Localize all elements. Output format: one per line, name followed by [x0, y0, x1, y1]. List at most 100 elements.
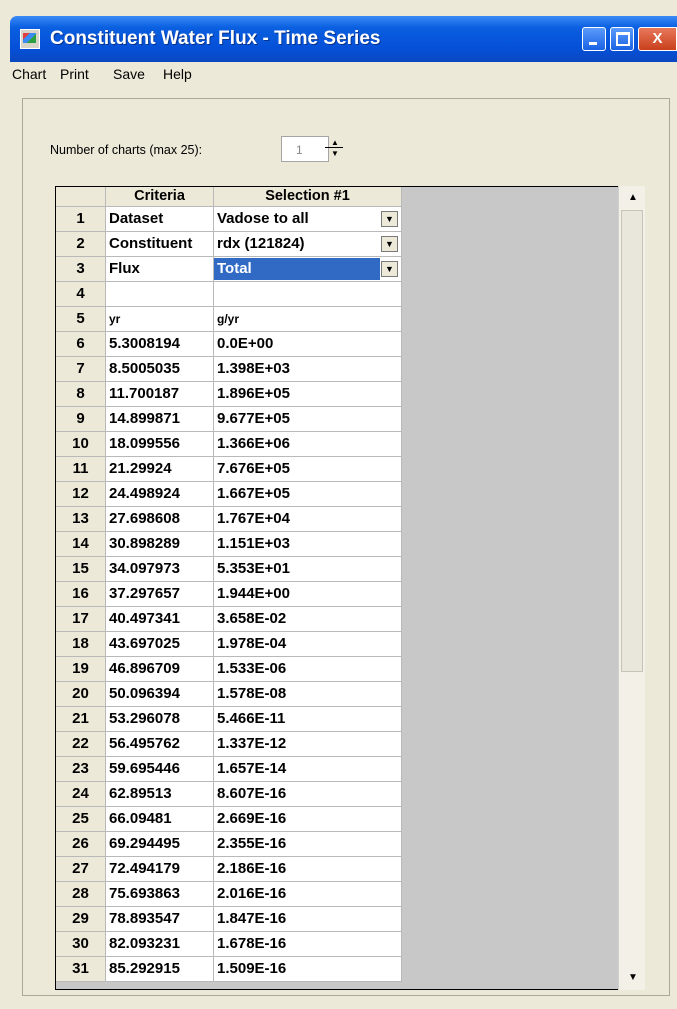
time-cell[interactable]: 85.292915: [106, 957, 214, 982]
app-icon[interactable]: [20, 29, 40, 49]
scroll-down-icon[interactable]: ▼: [624, 969, 642, 987]
flux-cell[interactable]: 7.676E+05: [214, 457, 402, 482]
flux-cell[interactable]: 1.678E-16: [214, 932, 402, 957]
criteria-row[interactable]: 2 Constituent rdx (121824) ▼: [56, 232, 402, 257]
criteria-cell[interactable]: Flux: [106, 257, 214, 282]
flux-cell[interactable]: 5.466E-11: [214, 707, 402, 732]
table-row[interactable]: 23 59.695446 1.657E-14: [56, 757, 402, 782]
vertical-scrollbar[interactable]: ▲ ▼: [618, 186, 645, 990]
selection-cell[interactable]: g/yr: [214, 307, 402, 332]
flux-cell[interactable]: 2.186E-16: [214, 857, 402, 882]
criteria-cell[interactable]: yr: [106, 307, 214, 332]
flux-cell[interactable]: 1.847E-16: [214, 907, 402, 932]
time-cell[interactable]: 34.097973: [106, 557, 214, 582]
table-row[interactable]: 22 56.495762 1.337E-12: [56, 732, 402, 757]
time-cell[interactable]: 75.693863: [106, 882, 214, 907]
time-cell[interactable]: 56.495762: [106, 732, 214, 757]
flux-cell[interactable]: 1.398E+03: [214, 357, 402, 382]
time-cell[interactable]: 24.498924: [106, 482, 214, 507]
flux-cell[interactable]: 9.677E+05: [214, 407, 402, 432]
flux-cell[interactable]: 1.151E+03: [214, 532, 402, 557]
flux-cell[interactable]: 5.353E+01: [214, 557, 402, 582]
dropdown-arrow-icon[interactable]: ▼: [381, 211, 398, 227]
flux-cell[interactable]: 2.016E-16: [214, 882, 402, 907]
time-cell[interactable]: 18.099556: [106, 432, 214, 457]
table-row[interactable]: 21 53.296078 5.466E-11: [56, 707, 402, 732]
criteria-cell[interactable]: Constituent: [106, 232, 214, 257]
table-row[interactable]: 25 66.09481 2.669E-16: [56, 807, 402, 832]
time-cell[interactable]: 59.695446: [106, 757, 214, 782]
table-row[interactable]: 7 8.5005035 1.398E+03: [56, 357, 402, 382]
criteria-cell[interactable]: Dataset: [106, 207, 214, 232]
selection-dropdown[interactable]: rdx (121824) ▼: [214, 232, 402, 257]
flux-cell[interactable]: 1.366E+06: [214, 432, 402, 457]
charts-count-input[interactable]: 1: [281, 136, 329, 162]
menu-save[interactable]: Save: [113, 66, 145, 82]
menu-print[interactable]: Print: [60, 66, 89, 82]
selection-cell[interactable]: [214, 282, 402, 307]
time-cell[interactable]: 27.698608: [106, 507, 214, 532]
table-row[interactable]: 6 5.3008194 0.0E+00: [56, 332, 402, 357]
criteria-cell[interactable]: [106, 282, 214, 307]
flux-cell[interactable]: 8.607E-16: [214, 782, 402, 807]
dropdown-arrow-icon[interactable]: ▼: [381, 236, 398, 252]
time-cell[interactable]: 21.29924: [106, 457, 214, 482]
flux-cell[interactable]: 1.509E-16: [214, 957, 402, 982]
time-cell[interactable]: 69.294495: [106, 832, 214, 857]
table-row[interactable]: 26 69.294495 2.355E-16: [56, 832, 402, 857]
flux-cell[interactable]: 1.337E-12: [214, 732, 402, 757]
time-cell[interactable]: 82.093231: [106, 932, 214, 957]
flux-cell[interactable]: 1.978E-04: [214, 632, 402, 657]
table-row[interactable]: 9 14.899871 9.677E+05: [56, 407, 402, 432]
menu-help[interactable]: Help: [163, 66, 192, 82]
time-cell[interactable]: 78.893547: [106, 907, 214, 932]
flux-cell[interactable]: 0.0E+00: [214, 332, 402, 357]
time-cell[interactable]: 62.89513: [106, 782, 214, 807]
time-cell[interactable]: 66.09481: [106, 807, 214, 832]
time-cell[interactable]: 30.898289: [106, 532, 214, 557]
table-row[interactable]: 27 72.494179 2.186E-16: [56, 857, 402, 882]
close-button[interactable]: X: [638, 27, 677, 51]
criteria-row[interactable]: 1 Dataset Vadose to all ▼: [56, 207, 402, 232]
table-row[interactable]: 30 82.093231 1.678E-16: [56, 932, 402, 957]
flux-cell[interactable]: 1.767E+04: [214, 507, 402, 532]
table-row[interactable]: 15 34.097973 5.353E+01: [56, 557, 402, 582]
scroll-thumb[interactable]: [621, 210, 643, 672]
time-cell[interactable]: 50.096394: [106, 682, 214, 707]
flux-cell[interactable]: 1.896E+05: [214, 382, 402, 407]
criteria-row[interactable]: 4: [56, 282, 402, 307]
time-cell[interactable]: 46.896709: [106, 657, 214, 682]
table-row[interactable]: 16 37.297657 1.944E+00: [56, 582, 402, 607]
time-cell[interactable]: 53.296078: [106, 707, 214, 732]
scroll-up-icon[interactable]: ▲: [624, 189, 642, 207]
time-cell[interactable]: 11.700187: [106, 382, 214, 407]
minimize-button[interactable]: [582, 27, 606, 51]
flux-cell[interactable]: 1.533E-06: [214, 657, 402, 682]
time-cell[interactable]: 40.497341: [106, 607, 214, 632]
time-cell[interactable]: 14.899871: [106, 407, 214, 432]
flux-cell[interactable]: 1.657E-14: [214, 757, 402, 782]
table-row[interactable]: 19 46.896709 1.533E-06: [56, 657, 402, 682]
table-row[interactable]: 17 40.497341 3.658E-02: [56, 607, 402, 632]
table-row[interactable]: 18 43.697025 1.978E-04: [56, 632, 402, 657]
data-grid[interactable]: Criteria Selection #1 1 Dataset Vadose to …: [55, 186, 645, 990]
table-row[interactable]: 13 27.698608 1.767E+04: [56, 507, 402, 532]
table-row[interactable]: 11 21.29924 7.676E+05: [56, 457, 402, 482]
spin-down-icon[interactable]: ▼: [327, 149, 343, 159]
selection-dropdown[interactable]: Vadose to all ▼: [214, 207, 402, 232]
table-row[interactable]: 8 11.700187 1.896E+05: [56, 382, 402, 407]
time-cell[interactable]: 5.3008194: [106, 332, 214, 357]
flux-cell[interactable]: 3.658E-02: [214, 607, 402, 632]
maximize-button[interactable]: [610, 27, 634, 51]
flux-cell[interactable]: 2.669E-16: [214, 807, 402, 832]
table-row[interactable]: 20 50.096394 1.578E-08: [56, 682, 402, 707]
flux-cell[interactable]: 2.355E-16: [214, 832, 402, 857]
menu-chart[interactable]: Chart: [12, 66, 46, 82]
criteria-row[interactable]: 5 yr g/yr: [56, 307, 402, 332]
table-row[interactable]: 24 62.89513 8.607E-16: [56, 782, 402, 807]
dropdown-arrow-icon[interactable]: ▼: [381, 261, 398, 277]
criteria-row[interactable]: 3 Flux Total ▼: [56, 257, 402, 282]
flux-cell[interactable]: 1.944E+00: [214, 582, 402, 607]
table-row[interactable]: 14 30.898289 1.151E+03: [56, 532, 402, 557]
flux-cell[interactable]: 1.667E+05: [214, 482, 402, 507]
